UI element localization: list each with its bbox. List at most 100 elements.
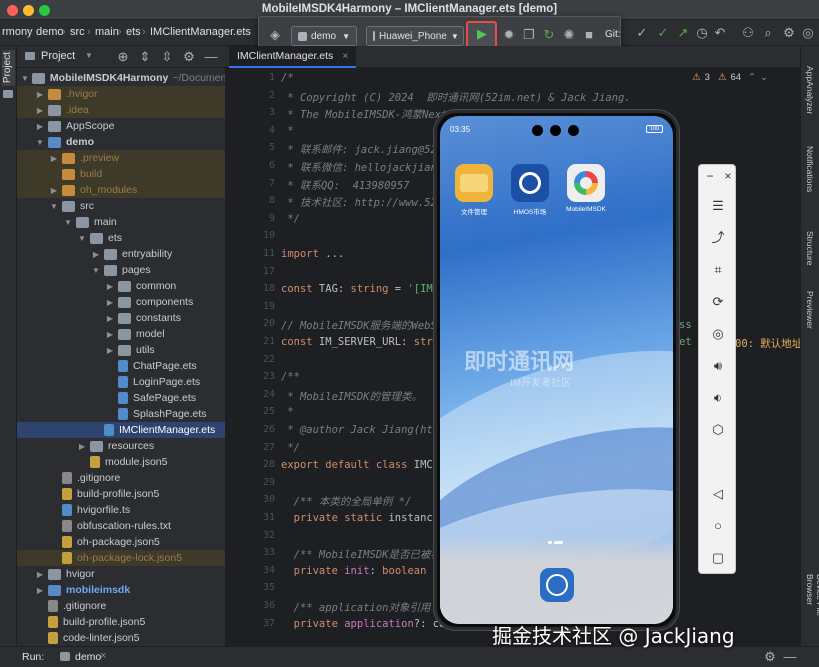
tree-item[interactable]: ▶ constants xyxy=(17,310,225,326)
history-icon[interactable]: ◷ xyxy=(694,25,710,41)
tree-item[interactable]: SplashPage.ets xyxy=(17,406,225,422)
tree-item[interactable]: ▶ .idea xyxy=(17,102,225,118)
reload-icon[interactable]: ↻ xyxy=(541,27,557,43)
chevron-down-icon[interactable]: ▼ xyxy=(91,266,101,275)
chevron-right-icon[interactable]: ▶ xyxy=(105,298,115,307)
volume-down-icon[interactable]: 🔉︎ xyxy=(699,387,737,409)
breadcrumb-item[interactable]: main xyxy=(95,26,119,38)
tool-structure[interactable]: Structure xyxy=(805,231,815,266)
breadcrumb-item[interactable]: src xyxy=(70,26,85,38)
chevron-right-icon[interactable]: ▶ xyxy=(49,186,59,195)
tree-item[interactable]: build-profile.json5 xyxy=(17,486,225,502)
chevron-right-icon[interactable]: ▶ xyxy=(35,122,45,131)
push-check-icon[interactable]: ✓ xyxy=(655,25,671,41)
tree-item[interactable]: ▶ .hvigor xyxy=(17,86,225,102)
commit-check-icon[interactable]: ✓ xyxy=(634,25,650,41)
crop-icon[interactable]: ⌗ xyxy=(699,259,737,281)
app-icon-file-manager[interactable] xyxy=(455,164,493,202)
chevron-down-icon[interactable]: ▼ xyxy=(77,234,87,243)
tree-item[interactable]: ▶ mobileimsdk xyxy=(17,582,225,598)
add-user-icon[interactable]: ⚇ xyxy=(740,25,756,41)
chevron-down-icon[interactable]: ▼ xyxy=(35,138,45,147)
collapse-all-icon[interactable]: ⇳ xyxy=(159,49,175,65)
tree-item[interactable]: ▼ MobileIMSDK4Harmony ~/Documen xyxy=(17,70,225,86)
tree-item[interactable]: ▶ .preview xyxy=(17,150,225,166)
chevron-right-icon[interactable]: ▶ xyxy=(49,154,59,163)
chevron-down-icon[interactable]: ▼ xyxy=(85,51,93,60)
tree-item[interactable]: code-linter.json5 xyxy=(17,630,225,646)
settings-icon[interactable]: ⚙ xyxy=(781,25,797,41)
tree-item[interactable]: ▶ model xyxy=(17,326,225,342)
tree-item[interactable]: .gitignore xyxy=(17,470,225,486)
tab-imclientmanager[interactable]: IMClientManager.ets × xyxy=(229,46,357,68)
chevron-right-icon[interactable]: ▶ xyxy=(35,90,45,99)
profile-icon[interactable]: ❐ xyxy=(521,27,537,43)
account-icon[interactable]: ◎ xyxy=(800,25,816,41)
chevron-right-icon[interactable]: ▶ xyxy=(35,106,45,115)
target-icon[interactable]: ◈ xyxy=(267,27,283,43)
chevron-right-icon[interactable]: ▶ xyxy=(35,570,45,579)
screenshot-icon[interactable]: ⤴ xyxy=(699,227,737,249)
tree-item[interactable]: ▼ demo xyxy=(17,134,225,150)
project-panel-title[interactable]: Project xyxy=(41,50,75,62)
close-icon[interactable]: × xyxy=(342,50,348,62)
gear-icon[interactable]: ⚙ xyxy=(762,649,778,665)
chevron-down-icon[interactable]: ▼ xyxy=(21,74,29,83)
rollback-icon[interactable]: ↶ xyxy=(712,25,728,41)
tree-item[interactable]: build xyxy=(17,166,225,182)
locate-icon[interactable]: ⊕ xyxy=(115,49,131,65)
app-icon-hmos-market[interactable] xyxy=(511,164,549,202)
tree-item[interactable]: LoginPage.ets xyxy=(17,374,225,390)
push-arrow-icon[interactable]: ↗ xyxy=(675,25,691,41)
chevron-right-icon[interactable]: ▶ xyxy=(105,282,115,291)
chevron-down-icon[interactable]: ▼ xyxy=(63,218,73,227)
chevron-right-icon[interactable]: ▶ xyxy=(105,346,115,355)
tree-item[interactable]: ▶ common xyxy=(17,278,225,294)
tree-item[interactable]: module.json5 xyxy=(17,454,225,470)
stop-icon[interactable]: ■ xyxy=(581,27,597,43)
breadcrumb-item[interactable]: ets xyxy=(126,26,141,38)
tree-item[interactable]: ▶ utils xyxy=(17,342,225,358)
tool-notifications[interactable]: Notifications xyxy=(805,146,815,192)
tree-item[interactable]: ▼ src xyxy=(17,198,225,214)
folder-icon[interactable] xyxy=(3,90,13,98)
hide-panel-icon[interactable]: — xyxy=(203,49,219,65)
debug-icon[interactable]: ✹ xyxy=(501,27,517,43)
rotate-icon[interactable]: ⟳ xyxy=(699,291,737,313)
tree-item[interactable]: build-profile.json5 xyxy=(17,614,225,630)
project-tool-button[interactable]: Project xyxy=(2,50,15,86)
location-icon[interactable]: ◎ xyxy=(699,323,737,345)
expand-all-icon[interactable]: ⇕ xyxy=(137,49,153,65)
tree-item[interactable]: oh-package.json5 xyxy=(17,534,225,550)
tool-device-file-browser[interactable]: Device File Browser xyxy=(805,574,819,646)
gear-icon[interactable]: ⚙ xyxy=(181,49,197,65)
tree-item[interactable]: ChatPage.ets xyxy=(17,358,225,374)
home-icon[interactable]: ○ xyxy=(699,515,737,537)
tree-item[interactable]: ▶ components xyxy=(17,294,225,310)
inspection-widget[interactable]: ⚠ 3 ⚠ 64 ⌃ ⌄ xyxy=(692,72,768,83)
tree-item[interactable]: ▼ main xyxy=(17,214,225,230)
tree-item[interactable]: ▶ entryability xyxy=(17,246,225,262)
chevron-right-icon[interactable]: ▶ xyxy=(91,250,101,259)
volume-up-icon[interactable]: 🔊︎ xyxy=(699,355,737,377)
recents-icon[interactable]: ▢ xyxy=(699,547,737,569)
tree-item[interactable]: ▶ resources xyxy=(17,438,225,454)
close-icon[interactable]: × xyxy=(100,650,106,662)
run-tab-label[interactable]: Run: xyxy=(22,651,44,663)
hide-panel-icon[interactable]: — xyxy=(782,649,798,665)
chevron-down-icon[interactable]: ▼ xyxy=(49,202,59,211)
phone-screen[interactable]: 03:35 100 文件管理 HMOS市场 MobileIMSDK 即时通讯网 … xyxy=(440,116,673,624)
run-config-select[interactable]: demo ▼ xyxy=(291,26,357,46)
chevron-right-icon[interactable]: ▶ xyxy=(105,330,115,339)
run-target-label[interactable]: demo xyxy=(75,651,101,663)
tree-item[interactable]: ▼ ets xyxy=(17,230,225,246)
breadcrumb-item[interactable]: demo xyxy=(36,26,64,38)
fold-icon[interactable]: ⬡ xyxy=(699,419,737,441)
tree-item[interactable]: ▼ pages xyxy=(17,262,225,278)
tree-item[interactable]: oh-package-lock.json5 xyxy=(17,550,225,566)
tree-item[interactable]: ▶ oh_modules xyxy=(17,182,225,198)
chevron-right-icon[interactable]: ▶ xyxy=(105,314,115,323)
tool-appanalyzer[interactable]: AppAnalyzer xyxy=(805,66,815,114)
tree-item[interactable]: ▶ AppScope xyxy=(17,118,225,134)
tree-item[interactable]: SafePage.ets xyxy=(17,390,225,406)
